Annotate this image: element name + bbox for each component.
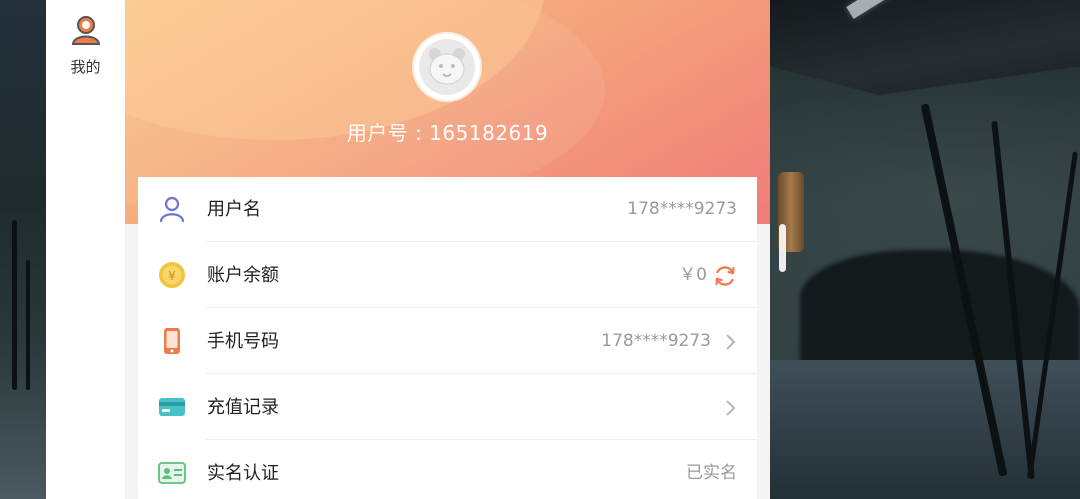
row-label: 充值记录 <box>207 397 279 418</box>
row-label: 实名认证 <box>207 463 279 484</box>
balance-value: ￥0 <box>679 265 707 285</box>
account-info-card: 用户名 178****9273 ¥ 账户余额 ￥0 手机号码 178****92… <box>138 177 757 499</box>
row-balance[interactable]: ¥ 账户余额 ￥0 <box>138 243 757 308</box>
row-phone[interactable]: 手机号码 178****9273 <box>138 309 757 374</box>
user-icon <box>71 16 100 45</box>
row-label: 账户余额 <box>207 265 279 286</box>
nav-item-label: 我的 <box>70 58 101 76</box>
account-panel: 用户号 : 165182619 用户名 178****9273 ¥ 账户余额 ￥… <box>125 0 770 499</box>
id-card-icon <box>158 462 186 484</box>
nav-item-mine[interactable]: 我的 <box>46 14 125 77</box>
svg-text:¥: ¥ <box>168 269 176 283</box>
game-background-left <box>0 0 46 499</box>
side-nav: 我的 <box>46 0 125 499</box>
verification-status: 已实名 <box>686 463 737 483</box>
chevron-right-icon <box>726 334 736 350</box>
row-label: 手机号码 <box>207 331 279 352</box>
row-username[interactable]: 用户名 178****9273 <box>138 177 757 242</box>
row-realname[interactable]: 实名认证 已实名 <box>138 441 757 499</box>
scrollbar-thumb[interactable] <box>779 224 786 272</box>
coin-icon: ¥ <box>159 262 185 288</box>
forest-silhouette <box>800 250 1080 370</box>
row-label: 用户名 <box>207 199 261 220</box>
tiger-avatar-icon <box>419 39 475 95</box>
chevron-right-icon <box>726 400 736 416</box>
row-value: 178****9273 <box>601 331 711 351</box>
refresh-icon[interactable] <box>713 264 737 288</box>
card-icon <box>159 398 185 416</box>
row-value: 178****9273 <box>627 199 737 219</box>
user-id-text: 用户号 : 165182619 <box>346 121 549 145</box>
phone-icon <box>164 328 180 354</box>
person-icon <box>159 196 185 223</box>
row-recharge-records[interactable]: 充值记录 <box>138 375 757 440</box>
avatar[interactable] <box>414 34 480 100</box>
